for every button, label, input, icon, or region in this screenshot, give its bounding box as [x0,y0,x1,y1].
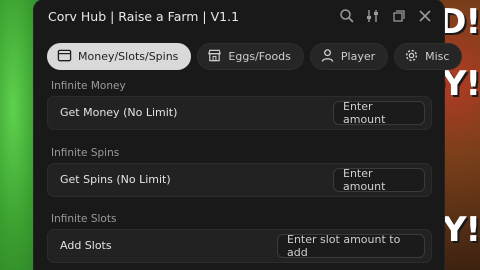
get-money-label: Get Money (No Limit) [60,106,178,119]
hub-window: Corv Hub | Raise a Farm | V1.1 Money/Slo… [34,0,463,270]
tab-money-slots-spins[interactable]: Money/Slots/Spins [47,43,192,70]
tab-label: Player [340,50,376,63]
title-bar[interactable]: Corv Hub | Raise a Farm | V1.1 [34,0,444,34]
tab-eggs-foods[interactable]: Eggs/Foods [197,43,304,70]
minimize-icon[interactable] [390,7,408,25]
tab-label: Misc [425,50,450,63]
get-spins-row: Get Spins (No Limit) Enter amount [47,163,432,197]
add-slots-row: Add Slots Enter slot amount to add [47,229,432,263]
close-icon[interactable] [416,7,434,25]
get-money-row: Get Money (No Limit) Enter amount [47,96,432,130]
user-icon [320,48,335,66]
search-icon[interactable] [338,7,356,25]
section-header-spins: Infinite Spins [51,147,120,159]
tab-misc[interactable]: Misc [394,43,463,70]
tab-label: Eggs/Foods [228,50,291,63]
section-header-money: Infinite Money [51,80,126,92]
spins-amount-input[interactable]: Enter amount [333,167,425,193]
window-icon [57,48,72,66]
settings-sliders-icon[interactable] [364,7,382,25]
add-slots-label: Add Slots [60,239,112,252]
get-spins-label: Get Spins (No Limit) [60,173,171,186]
tab-player[interactable]: Player [309,43,389,70]
window-title: Corv Hub | Raise a Farm | V1.1 [48,9,240,24]
tab-label: Money/Slots/Spins [78,50,179,63]
section-header-slots: Infinite Slots [51,213,117,225]
store-icon [207,48,222,66]
money-amount-input[interactable]: Enter amount [333,100,425,126]
slot-amount-input[interactable]: Enter slot amount to add [277,233,425,259]
gear-icon [404,48,419,66]
game-banner-text: D! [438,2,480,42]
tab-bar: Money/Slots/Spins Eggs/Foods Player Misc [47,43,463,70]
